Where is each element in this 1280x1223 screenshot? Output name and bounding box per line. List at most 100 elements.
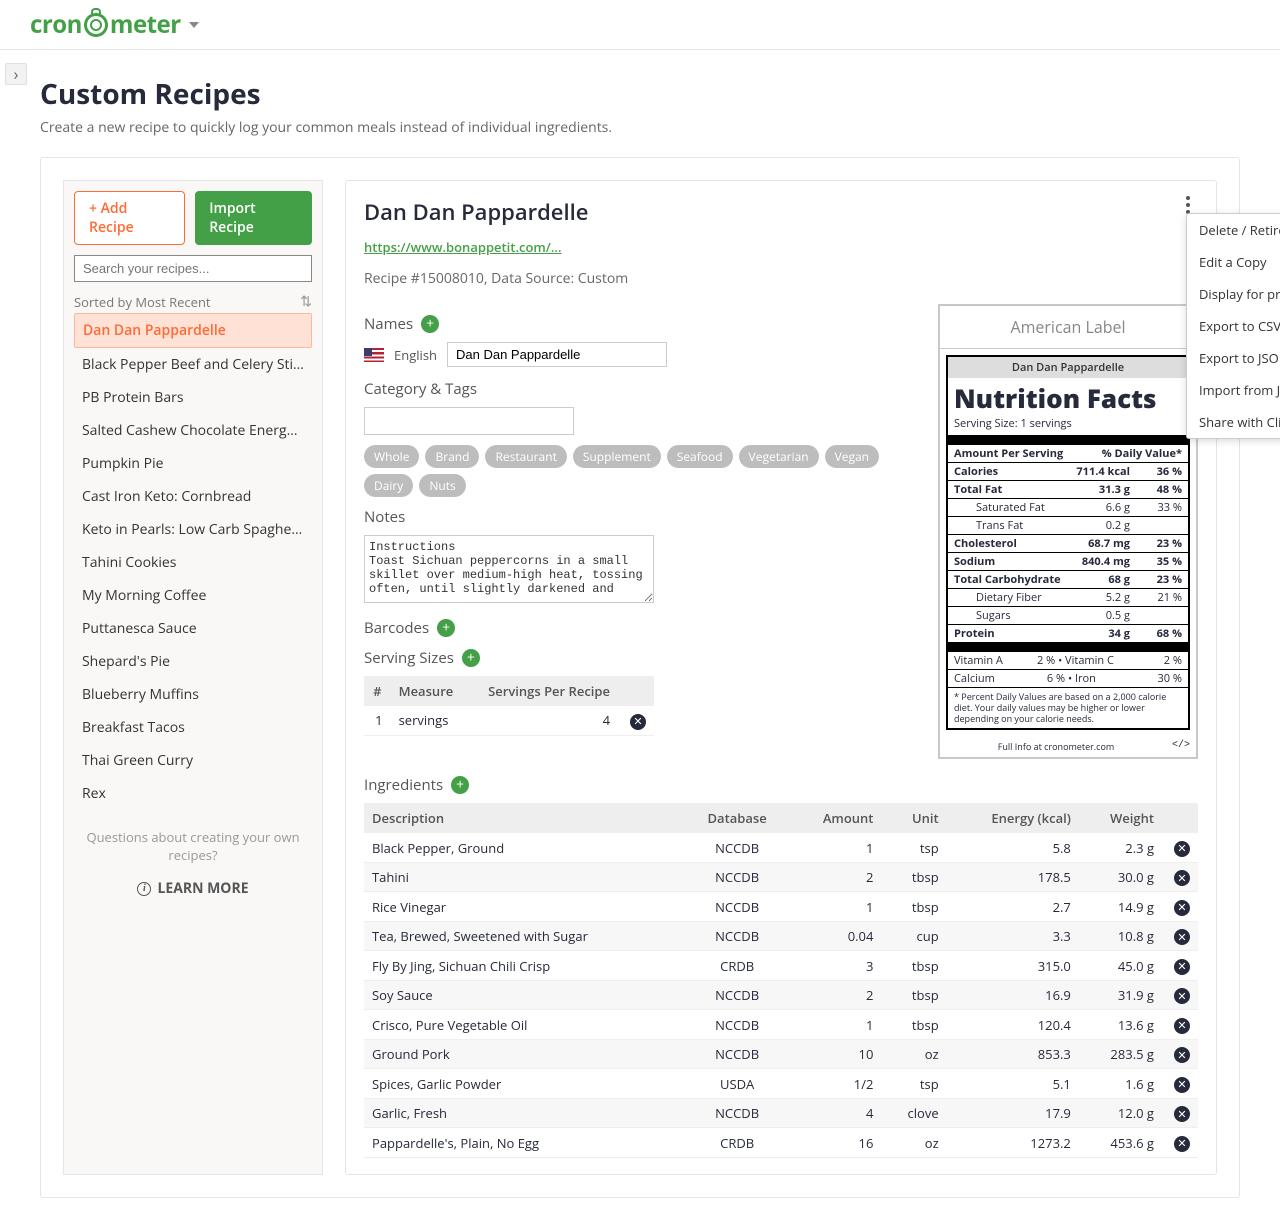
add-barcode-button[interactable]: + bbox=[437, 619, 455, 637]
recipe-list-item[interactable]: Blueberry Muffins bbox=[74, 678, 312, 711]
ingredient-row[interactable]: Soy SauceNCCDB2tbsp16.931.9 g✕ bbox=[364, 980, 1198, 1010]
learn-more-button[interactable]: i LEARN MORE bbox=[74, 879, 312, 898]
ingredient-row[interactable]: Spices, Garlic PowderUSDA1/2tsp5.11.6 g✕ bbox=[364, 1069, 1198, 1099]
remove-ingredient-icon[interactable]: ✕ bbox=[1174, 959, 1190, 975]
add-recipe-button[interactable]: + Add Recipe bbox=[74, 191, 185, 245]
ss-per: 4 bbox=[468, 706, 618, 735]
serving-row[interactable]: 1 servings 4 ✕ bbox=[364, 706, 654, 735]
help-text: Questions about creating your own recipe… bbox=[74, 828, 312, 864]
search-input[interactable] bbox=[74, 255, 312, 282]
ing-header: Description bbox=[364, 803, 685, 833]
label-tab[interactable]: American Label bbox=[940, 306, 1196, 349]
tag-chip[interactable]: Brand bbox=[425, 445, 479, 468]
remove-ingredient-icon[interactable]: ✕ bbox=[1174, 1047, 1190, 1063]
serving-sizes-label: Serving Sizes bbox=[364, 648, 454, 668]
add-serving-button[interactable]: + bbox=[462, 649, 480, 667]
ingredient-row[interactable]: Fly By Jing, Sichuan Chili CrispCRDB3tbs… bbox=[364, 951, 1198, 981]
recipe-list-item[interactable]: Rex bbox=[74, 777, 312, 810]
menu-item[interactable]: Export to JSON File bbox=[1187, 342, 1280, 374]
category-label: Category & Tags bbox=[364, 379, 477, 399]
menu-item[interactable]: Export to CSV File bbox=[1187, 310, 1280, 342]
recipe-list-item[interactable]: Keto in Pearls: Low Carb Spaghetti ... bbox=[74, 513, 312, 546]
tag-chip[interactable]: Supplement bbox=[573, 445, 661, 468]
ingredient-row[interactable]: Tea, Brewed, Sweetened with SugarNCCDB0.… bbox=[364, 921, 1198, 951]
ingredient-row[interactable]: Rice VinegarNCCDB1tbsp2.714.9 g✕ bbox=[364, 892, 1198, 922]
recipe-name-input[interactable] bbox=[447, 342, 667, 367]
tag-chip[interactable]: Dairy bbox=[364, 474, 413, 497]
nutrition-row: Total Fat31.3 g48 % bbox=[948, 481, 1188, 498]
ss-header-measure: Measure bbox=[391, 676, 468, 706]
ing-header: Database bbox=[685, 803, 789, 833]
learn-more-label: LEARN MORE bbox=[157, 879, 248, 898]
dv-label: % Daily Value* bbox=[1102, 446, 1182, 461]
menu-item[interactable]: Delete / Retire Recipe bbox=[1187, 214, 1280, 246]
import-recipe-button[interactable]: Import Recipe bbox=[195, 191, 312, 245]
recipe-list-item[interactable]: Breakfast Tacos bbox=[74, 711, 312, 744]
remove-ingredient-icon[interactable]: ✕ bbox=[1174, 1136, 1190, 1152]
recipe-list-item[interactable]: Thai Green Curry bbox=[74, 744, 312, 777]
tag-chip[interactable]: Whole bbox=[364, 445, 419, 468]
recipe-list-item[interactable]: PB Protein Bars bbox=[74, 381, 312, 414]
menu-item[interactable]: Edit a Copy bbox=[1187, 246, 1280, 278]
chevron-down-icon[interactable] bbox=[189, 22, 199, 28]
add-name-button[interactable]: + bbox=[421, 315, 439, 333]
main-card: + Add Recipe Import Recipe Sorted by Mos… bbox=[40, 157, 1240, 1198]
tag-chip[interactable]: Vegan bbox=[825, 445, 879, 468]
vitamin-row: Calcium6 % • Iron30 % bbox=[948, 670, 1188, 687]
recipe-url-link[interactable]: https://www.bonappetit.com/... bbox=[364, 238, 562, 256]
info-icon: i bbox=[137, 882, 151, 896]
recipe-list: Dan Dan PappardelleBlack Pepper Beef and… bbox=[74, 313, 312, 810]
serving-size-text: Serving Size: 1 servings bbox=[948, 416, 1188, 435]
remove-ingredient-icon[interactable]: ✕ bbox=[1174, 1018, 1190, 1034]
recipe-list-item[interactable]: My Morning Coffee bbox=[74, 579, 312, 612]
recipe-list-item[interactable]: Puttanesca Sauce bbox=[74, 612, 312, 645]
ing-header: Unit bbox=[881, 803, 946, 833]
recipe-list-item[interactable]: Dan Dan Pappardelle bbox=[74, 313, 312, 348]
menu-item[interactable]: Display for printing... bbox=[1187, 278, 1280, 310]
recipe-list-item[interactable]: Salted Cashew Chocolate Energy Ba... bbox=[74, 414, 312, 447]
logo[interactable]: cron meter bbox=[30, 8, 181, 41]
sidebar-expand-button[interactable]: › bbox=[5, 63, 27, 85]
recipe-list-item[interactable]: Pumpkin Pie bbox=[74, 447, 312, 480]
recipe-title: Dan Dan Pappardelle bbox=[364, 197, 1198, 227]
embed-icon[interactable]: </> bbox=[1172, 740, 1196, 751]
sort-toggle-icon[interactable]: ⇅ bbox=[300, 292, 312, 311]
ingredient-row[interactable]: TahiniNCCDB2tbsp178.530.0 g✕ bbox=[364, 862, 1198, 892]
recipe-list-item[interactable]: Cast Iron Keto: Cornbread bbox=[74, 480, 312, 513]
tag-input[interactable] bbox=[364, 407, 574, 435]
remove-ingredient-icon[interactable]: ✕ bbox=[1174, 988, 1190, 1004]
ing-header: Energy (kcal) bbox=[947, 803, 1079, 833]
ingredient-row[interactable]: Pappardelle's, Plain, No EggCRDB16oz1273… bbox=[364, 1128, 1198, 1158]
tag-chip[interactable]: Seafood bbox=[667, 445, 733, 468]
menu-item[interactable]: Share with Client bbox=[1187, 406, 1280, 438]
menu-item[interactable]: Import from JSON File bbox=[1187, 374, 1280, 406]
ingredients-label: Ingredients bbox=[364, 775, 443, 795]
tag-chip[interactable]: Nuts bbox=[419, 474, 465, 497]
label-credit: Full Info at cronometer.com bbox=[998, 740, 1115, 753]
tag-chip[interactable]: Vegetarian bbox=[739, 445, 819, 468]
nutrition-facts-title: Nutrition Facts bbox=[948, 378, 1188, 416]
ingredient-row[interactable]: Ground PorkNCCDB10oz853.3283.5 g✕ bbox=[364, 1039, 1198, 1069]
ingredient-row[interactable]: Crisco, Pure Vegetable OilNCCDB1tbsp120.… bbox=[364, 1010, 1198, 1040]
recipe-list-item[interactable]: Tahini Cookies bbox=[74, 546, 312, 579]
nutrition-row: Saturated Fat6.6 g33 % bbox=[948, 499, 1188, 516]
nutrition-row: Sugars0.5 g bbox=[948, 607, 1188, 624]
ingredient-row[interactable]: Black Pepper, GroundNCCDB1tsp5.82.3 g✕ bbox=[364, 833, 1198, 862]
remove-ingredient-icon[interactable]: ✕ bbox=[1174, 929, 1190, 945]
ss-header-num: # bbox=[364, 676, 391, 706]
remove-ingredient-icon[interactable]: ✕ bbox=[1174, 900, 1190, 916]
remove-ingredient-icon[interactable]: ✕ bbox=[1174, 841, 1190, 857]
recipe-list-item[interactable]: Shepard's Pie bbox=[74, 645, 312, 678]
add-ingredient-button[interactable]: + bbox=[451, 776, 469, 794]
remove-ingredient-icon[interactable]: ✕ bbox=[1174, 870, 1190, 886]
ss-header-per: Servings Per Recipe bbox=[468, 676, 618, 706]
remove-ingredient-icon[interactable]: ✕ bbox=[1174, 1106, 1190, 1122]
remove-ingredient-icon[interactable]: ✕ bbox=[1174, 1077, 1190, 1093]
recipe-detail-panel: Delete / Retire RecipeEdit a CopyDisplay… bbox=[345, 180, 1217, 1175]
remove-serving-icon[interactable]: ✕ bbox=[630, 714, 646, 730]
ingredient-row[interactable]: Garlic, FreshNCCDB4clove17.912.0 g✕ bbox=[364, 1098, 1198, 1128]
recipe-list-item[interactable]: Black Pepper Beef and Celery Stir-Fry bbox=[74, 348, 312, 381]
tag-chip[interactable]: Restaurant bbox=[485, 445, 566, 468]
notes-textarea[interactable] bbox=[364, 535, 654, 603]
tag-chips: Whole Brand Restaurant Supplement Seafood Veg… bbox=[364, 445, 918, 497]
